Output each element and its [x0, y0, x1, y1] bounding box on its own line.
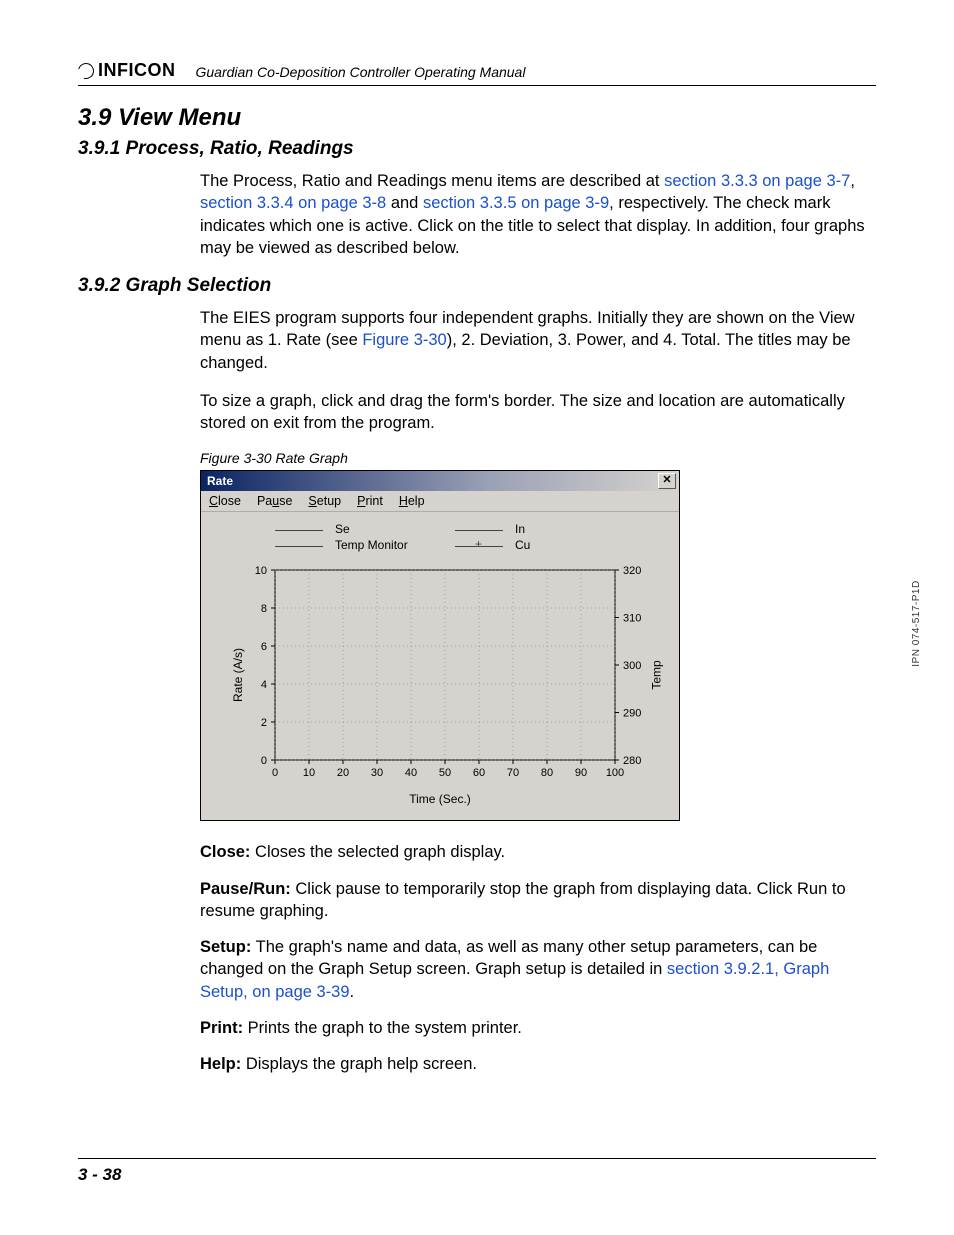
svg-text:50: 50 [439, 767, 451, 779]
definition-close: Close: Closes the selected graph display… [200, 841, 876, 863]
chart-area: Se In Temp Monitor Cu Rate (A/s) Temp 0 1… [201, 512, 679, 820]
section-heading: 3.9 View Menu [78, 104, 876, 132]
svg-text:20: 20 [337, 767, 349, 779]
xref-link[interactable]: section 3.3.3 on page 3-7 [664, 172, 850, 190]
logo-text: INFICON [98, 60, 176, 81]
legend-label: Cu [515, 538, 555, 552]
page-number: 3 - 38 [78, 1165, 121, 1184]
svg-text:290: 290 [623, 708, 641, 720]
menu-pause[interactable]: Pause [257, 494, 292, 508]
page-header: INFICON Guardian Co-Deposition Controlle… [78, 60, 876, 86]
svg-text:60: 60 [473, 767, 485, 779]
subsection-heading-2: 3.9.2 Graph Selection [78, 275, 876, 297]
y-axis-label: Rate (A/s) [231, 648, 245, 702]
svg-text:0: 0 [272, 767, 278, 779]
menu-print[interactable]: Print [357, 494, 383, 508]
brand-logo: INFICON [78, 60, 176, 81]
svg-text:70: 70 [507, 767, 519, 779]
svg-text:80: 80 [541, 767, 553, 779]
svg-text:30: 30 [371, 767, 383, 779]
close-icon[interactable]: ✕ [658, 473, 676, 489]
figure-caption: Figure 3-30 Rate Graph [200, 450, 876, 466]
x-axis-label: Time (Sec.) [215, 792, 665, 806]
menubar: Close Pause Setup Print Help [201, 491, 679, 512]
manual-title: Guardian Co-Deposition Controller Operat… [196, 64, 526, 81]
svg-text:300: 300 [623, 660, 641, 672]
menu-setup[interactable]: Setup [308, 494, 341, 508]
menu-close[interactable]: Close [209, 494, 241, 508]
legend-swatch-se [275, 530, 323, 531]
legend-swatch-cu [455, 546, 503, 547]
menu-help[interactable]: Help [399, 494, 425, 508]
subsection-heading-1: 3.9.1 Process, Ratio, Readings [78, 138, 876, 160]
xref-link[interactable]: section 3.3.4 on page 3-8 [200, 194, 386, 212]
paragraph: The EIES program supports four independe… [200, 307, 876, 374]
paragraph: To size a graph, click and drag the form… [200, 390, 876, 435]
svg-text:10: 10 [303, 767, 315, 779]
xref-link[interactable]: Figure 3-30 [362, 331, 446, 349]
window-titlebar: Rate ✕ [201, 471, 679, 491]
svg-text:8: 8 [261, 603, 267, 615]
definition-print: Print: Prints the graph to the system pr… [200, 1017, 876, 1039]
svg-text:2: 2 [261, 717, 267, 729]
definition-help: Help: Displays the graph help screen. [200, 1053, 876, 1075]
svg-text:10: 10 [255, 565, 267, 577]
definition-pause: Pause/Run: Click pause to temporarily st… [200, 878, 876, 923]
svg-text:280: 280 [623, 755, 641, 767]
page-footer: 3 - 38 [78, 1158, 876, 1185]
svg-text:40: 40 [405, 767, 417, 779]
svg-text:310: 310 [623, 613, 641, 625]
svg-text:0: 0 [261, 755, 267, 767]
chart-svg: 0 10 20 30 40 50 60 70 80 90 100 0 2 4 6 8 10 280 290 300 31… [215, 560, 665, 790]
y2-axis-label: Temp [649, 661, 663, 690]
svg-text:100: 100 [606, 767, 624, 779]
legend-label: Temp Monitor [335, 538, 455, 552]
legend-label: In [515, 522, 555, 536]
definition-setup: Setup: The graph's name and data, as wel… [200, 936, 876, 1003]
chart-legend: Se In Temp Monitor Cu [275, 522, 665, 552]
svg-text:90: 90 [575, 767, 587, 779]
xref-link[interactable]: section 3.3.5 on page 3-9 [423, 194, 609, 212]
svg-text:320: 320 [623, 565, 641, 577]
window-title: Rate [207, 474, 233, 488]
rate-graph-window: Rate ✕ Close Pause Setup Print Help Se I… [200, 470, 680, 821]
legend-label: Se [335, 522, 455, 536]
chart-plot: Rate (A/s) Temp 0 10 20 30 40 50 60 70 80 90 100 0 2… [215, 560, 665, 790]
legend-swatch-temp [275, 546, 323, 547]
ipn-label: IPN 074-517-P1D [911, 580, 922, 666]
legend-swatch-in [455, 530, 503, 531]
logo-icon [78, 63, 94, 79]
svg-text:4: 4 [261, 679, 267, 691]
svg-text:6: 6 [261, 641, 267, 653]
paragraph: The Process, Ratio and Readings menu ite… [200, 170, 876, 259]
